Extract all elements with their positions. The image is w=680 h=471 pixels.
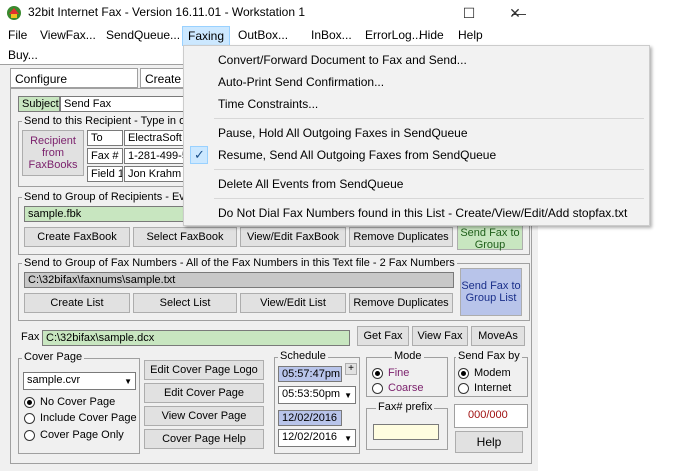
maximize-icon[interactable]: ☐: [446, 0, 492, 26]
cover-page-only-label: Cover Page Only: [40, 429, 124, 441]
send-by-internet-radio[interactable]: [458, 383, 469, 394]
cover-page-help-button[interactable]: Cover Page Help: [144, 429, 264, 449]
mode-coarse-label: Coarse: [388, 382, 424, 394]
window-title: 32bit Internet Fax - Version 16.11.01 - …: [28, 5, 306, 19]
counter-value: 000/000: [468, 409, 508, 421]
subject-label: Subject: [18, 96, 60, 112]
schedule-time-2: 05:53:50pm: [282, 388, 341, 400]
cover-page-only-radio[interactable]: [24, 430, 35, 441]
menu-errorlog[interactable]: ErrorLog...: [365, 28, 422, 42]
cover-page-select[interactable]: sample.cvr ▼: [23, 372, 136, 390]
menu-sendqueue[interactable]: SendQueue...: [106, 28, 180, 42]
subject-input[interactable]: Send Fax: [60, 96, 184, 112]
fax-prefix-input[interactable]: [373, 424, 439, 440]
menu-separator: [214, 118, 644, 119]
create-faxbook-button[interactable]: Create FaxBook: [24, 227, 130, 247]
get-fax-button[interactable]: Get Fax: [357, 326, 409, 346]
field1-input[interactable]: Jon Krahm: [124, 166, 184, 182]
menu-inbox[interactable]: InBox...: [311, 28, 352, 42]
select-list-button[interactable]: Select List: [133, 293, 237, 313]
remove-duplicates-faxbook-button[interactable]: Remove Duplicates: [349, 227, 453, 247]
menu-separator: [214, 169, 644, 170]
menu-item-do-not-dial[interactable]: Do Not Dial Fax Numbers found in this Li…: [218, 206, 627, 220]
select-faxbook-button[interactable]: Select FaxBook: [133, 227, 237, 247]
tab-configure-label: Configure: [15, 72, 68, 86]
send-fax-group-list-button[interactable]: Send Fax to Group List: [460, 268, 522, 316]
schedule-time-1[interactable]: 05:57:47pm: [278, 366, 342, 382]
view-edit-list-button[interactable]: View/Edit List: [240, 293, 346, 313]
chevron-down-icon: ▼: [344, 391, 352, 400]
menu-viewfax[interactable]: ViewFax...: [40, 28, 96, 42]
app-fax-icon: [6, 5, 22, 21]
include-cover-page-label: Include Cover Page: [40, 412, 137, 424]
menu-faxing[interactable]: Faxing: [182, 26, 230, 46]
field1-label: Field 1: [87, 166, 123, 182]
fax-numbers-file-field[interactable]: C:\32bifax\faxnums\sample.txt: [24, 272, 454, 288]
fax-number-input[interactable]: 1-281-499-5: [124, 148, 184, 164]
menu-outbox[interactable]: OutBox...: [238, 28, 288, 42]
no-cover-page-label: No Cover Page: [40, 396, 116, 408]
chevron-down-icon: ▼: [344, 434, 352, 443]
fax-number-label: Fax #: [87, 148, 123, 164]
view-cover-page-button[interactable]: View Cover Page: [144, 406, 264, 426]
to-input[interactable]: ElectraSoft: [124, 130, 184, 146]
menu-faxing-label: Faxing: [188, 29, 225, 43]
edit-cover-page-logo-button[interactable]: Edit Cover Page Logo: [144, 360, 264, 380]
schedule-add-button[interactable]: +: [345, 363, 357, 375]
schedule-time-2-select[interactable]: 05:53:50pm ▼: [278, 386, 356, 404]
tab-configure[interactable]: Configure: [10, 68, 138, 88]
menu-help[interactable]: Help: [458, 28, 483, 42]
faxing-dropdown-menu: Convert/Forward Document to Fax and Send…: [183, 45, 650, 226]
menu-item-resume-send[interactable]: Resume, Send All Outgoing Faxes from Sen…: [218, 148, 496, 162]
cover-page-label: Cover Page: [22, 351, 85, 363]
menu-file[interactable]: File: [8, 28, 27, 42]
mode-coarse-radio[interactable]: [372, 383, 383, 394]
cover-page-selected: sample.cvr: [27, 374, 81, 386]
mode-fine-label: Fine: [388, 367, 410, 379]
edit-cover-page-button[interactable]: Edit Cover Page: [144, 383, 264, 403]
menu-separator: [214, 198, 644, 199]
remove-duplicates-list-button[interactable]: Remove Duplicates: [349, 293, 453, 313]
send-by-modem-label: Modem: [474, 367, 511, 379]
send-by-internet-label: Internet: [474, 382, 512, 394]
mode-fine-radio[interactable]: [372, 368, 383, 379]
send-by-label: Send Fax by: [456, 350, 522, 362]
menu-item-auto-print[interactable]: Auto-Print Send Confirmation...: [218, 75, 384, 89]
create-list-button[interactable]: Create List: [24, 293, 130, 313]
send-by-modem-radio[interactable]: [458, 368, 469, 379]
menu-item-time-constraints[interactable]: Time Constraints...: [218, 97, 318, 111]
recipient-group-label: Send to this Recipient - Type in o: [22, 115, 188, 127]
menu-buy[interactable]: Buy...: [8, 48, 38, 62]
fax-file-input[interactable]: C:\32bifax\sample.dcx: [42, 330, 350, 346]
menu-hide[interactable]: Hide: [419, 28, 444, 42]
checkmark-icon: ✓: [190, 146, 208, 164]
no-cover-page-radio[interactable]: [24, 397, 35, 408]
fax-file-label: Fax: [21, 331, 40, 343]
group-recipients-label: Send to Group of Recipients - Ev: [22, 191, 187, 203]
view-fax-button[interactable]: View Fax: [412, 326, 468, 346]
chevron-down-icon: ▼: [124, 377, 132, 386]
close-icon[interactable]: ✕: [492, 0, 538, 26]
recipient-from-faxbooks-button[interactable]: Recipient from FaxBooks: [22, 130, 84, 176]
send-fax-group-faxbook-label: Send Fax to Group FaxBook: [460, 227, 520, 251]
group-numbers-label: Send to Group of Fax Numbers - All of th…: [22, 257, 457, 269]
tab-create[interactable]: Create F: [140, 68, 192, 88]
schedule-date-1[interactable]: 12/02/2016: [278, 410, 342, 426]
schedule-date-2-select[interactable]: 12/02/2016 ▼: [278, 429, 356, 447]
include-cover-page-radio[interactable]: [24, 413, 35, 424]
help-button[interactable]: Help: [455, 431, 523, 453]
menu-item-convert-forward[interactable]: Convert/Forward Document to Fax and Send…: [218, 53, 467, 67]
faxbook-file-field[interactable]: sample.fbk: [24, 206, 184, 222]
mode-label: Mode: [392, 350, 424, 362]
menu-item-pause-hold[interactable]: Pause, Hold All Outgoing Faxes in SendQu…: [218, 126, 468, 140]
view-edit-faxbook-button[interactable]: View/Edit FaxBook: [240, 227, 346, 247]
schedule-label: Schedule: [278, 350, 328, 362]
fax-prefix-label: Fax# prefix: [376, 401, 435, 413]
schedule-date-2: 12/02/2016: [282, 431, 338, 443]
menu-item-delete-events[interactable]: Delete All Events from SendQueue: [218, 177, 403, 191]
moveas-button[interactable]: MoveAs: [471, 326, 525, 346]
to-label: To: [87, 130, 123, 146]
